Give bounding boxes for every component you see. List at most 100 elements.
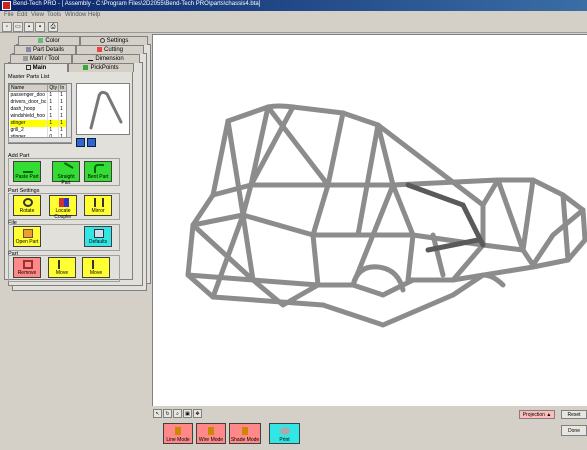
part-details-icon xyxy=(25,47,31,52)
parts-list-scrollbar[interactable] xyxy=(66,84,71,143)
locate-coupler-button[interactable]: Locate Coupler xyxy=(49,195,77,220)
view-toolbar: ↖ ↻ ⌕ ▣ ✥ xyxy=(153,409,213,419)
move-button-2[interactable]: Move xyxy=(82,257,110,278)
remove-button[interactable]: Remove xyxy=(13,257,41,278)
tab-part-details-label: Part Details xyxy=(32,47,64,53)
column-name[interactable]: Name xyxy=(9,84,49,92)
preview-delete-icon[interactable] xyxy=(87,138,96,147)
tab-main[interactable]: Main xyxy=(4,63,68,72)
tab-color[interactable]: Color xyxy=(18,36,80,45)
menu-window[interactable]: Window xyxy=(65,12,86,18)
menu-view[interactable]: View xyxy=(31,12,44,18)
part-name: passenger_doo xyxy=(9,91,49,99)
tab-pickpoints[interactable]: PickPoints xyxy=(68,63,134,72)
defaults-button[interactable]: Defaults xyxy=(84,226,112,247)
table-row[interactable]: grill_2 1 1 xyxy=(9,126,71,134)
shade-mode-label: Shade Mode xyxy=(230,437,260,443)
pickpoints-icon xyxy=(83,65,89,70)
menu-tools[interactable]: Tools xyxy=(47,12,61,18)
matrl-tool-icon xyxy=(22,56,28,61)
table-row[interactable]: windshield_hoo 1 1 xyxy=(9,112,71,120)
tab-cutting-label: Cutting xyxy=(103,47,123,53)
parts-list-hscrollbar[interactable] xyxy=(8,137,72,143)
bent-part-label: Bent Part xyxy=(87,174,109,180)
tab-pickpoints-label: PickPoints xyxy=(90,65,119,71)
bent-part-button[interactable]: Bent Part xyxy=(84,161,112,182)
title-bar: Bend-Tech PRO - [ Assembly - C:\Program … xyxy=(0,0,587,11)
done-button[interactable]: Done xyxy=(561,425,587,436)
triangle-up-icon: ▲ xyxy=(546,412,552,418)
part-name: drivers_door_bc xyxy=(9,98,49,106)
tab-part-details[interactable]: Part Details xyxy=(14,45,76,54)
settings-icon xyxy=(99,38,105,43)
part-qty: 1 xyxy=(47,105,60,113)
print-icon[interactable]: ⎙ xyxy=(48,22,58,32)
defaults-icon xyxy=(94,229,104,238)
3d-viewport[interactable] xyxy=(152,34,587,406)
select-arrow-icon[interactable]: ↖ xyxy=(153,409,162,418)
tab-settings[interactable]: Settings xyxy=(80,36,148,45)
tab-dimension[interactable]: Dimension xyxy=(72,54,140,63)
print-icon xyxy=(280,427,290,435)
cutting-icon xyxy=(96,47,102,52)
part-qty: 1 xyxy=(47,98,60,106)
save-icon[interactable]: ▪ xyxy=(24,22,34,32)
tab-matrl-tool-label: Matrl / Tool xyxy=(29,56,60,62)
master-parts-list[interactable]: Name Qty In passenger_doo 1 1 drivers_door… xyxy=(8,83,72,144)
print-button[interactable]: Print xyxy=(269,423,300,444)
tab-matrl-tool[interactable]: Matrl / Tool xyxy=(10,54,72,63)
paste-icon xyxy=(23,164,33,173)
move-icon xyxy=(92,260,102,269)
mirror-icon xyxy=(94,198,104,207)
shade-mode-button[interactable]: Shade Mode xyxy=(229,423,261,444)
line-mode-button[interactable]: Line Mode xyxy=(163,423,193,444)
part-name: windshield_hoo xyxy=(9,112,49,120)
column-qty[interactable]: Qty xyxy=(47,84,60,92)
main-icon xyxy=(25,65,31,70)
wire-mode-icon xyxy=(208,427,214,435)
open-folder-icon[interactable]: ▭ xyxy=(13,22,23,32)
projection-label: Projection xyxy=(522,412,545,418)
zoom-box-icon[interactable]: ▣ xyxy=(183,409,192,418)
rotate-icon xyxy=(23,198,33,207)
part-qty: 1 xyxy=(47,112,60,120)
dimension-icon xyxy=(88,60,94,61)
bent-tube-preview-icon xyxy=(89,90,123,130)
menu-help[interactable]: Help xyxy=(88,12,100,18)
open-folder-icon xyxy=(23,229,33,238)
coupler-icon xyxy=(59,198,69,207)
pan-icon[interactable]: ✥ xyxy=(193,409,202,418)
rotate-view-icon[interactable]: ↻ xyxy=(163,409,172,418)
remove-label: Remove xyxy=(17,270,37,276)
paste-part-label: Paste Part xyxy=(15,174,39,180)
wire-mode-label: Wire Mode xyxy=(198,437,224,443)
wire-mode-button[interactable]: Wire Mode xyxy=(196,423,226,444)
menu-bar: File Edit View Tools Window Help xyxy=(0,11,587,21)
move-button-1[interactable]: Move xyxy=(48,257,76,278)
save-all-icon[interactable]: ▪ xyxy=(35,22,45,32)
paste-part-button[interactable]: Paste Part xyxy=(13,161,41,182)
new-file-icon[interactable]: ▫ xyxy=(2,22,12,32)
chassis-model[interactable] xyxy=(153,35,587,407)
tab-cutting[interactable]: Cutting xyxy=(76,45,144,54)
table-row-selected[interactable]: stinger 1 1 xyxy=(9,119,71,127)
projection-button[interactable]: Projection ▲ xyxy=(519,410,555,419)
menu-edit[interactable]: Edit xyxy=(17,12,27,18)
preview-option-icon[interactable] xyxy=(76,138,85,147)
table-row[interactable]: passenger_doo 1 1 xyxy=(9,91,71,99)
reset-button[interactable]: Reset xyxy=(561,410,587,419)
table-row[interactable]: drivers_door_bc 1 1 xyxy=(9,98,71,106)
rotate-button[interactable]: Rotate xyxy=(13,195,41,216)
open-part-button[interactable]: Open Part xyxy=(13,226,41,247)
move-icon xyxy=(58,260,68,269)
straight-part-button[interactable]: Straight Part xyxy=(52,161,80,186)
app-icon xyxy=(2,1,11,10)
open-part-label: Open Part xyxy=(15,239,39,245)
color-icon xyxy=(38,38,44,43)
zoom-icon[interactable]: ⌕ xyxy=(173,409,182,418)
table-row[interactable]: dash_hoop 1 1 xyxy=(9,105,71,113)
menu-file[interactable]: File xyxy=(4,12,14,18)
part-name: grill_2 xyxy=(9,126,49,134)
mirror-button[interactable]: Mirror xyxy=(84,195,112,216)
print-label: Print xyxy=(279,437,290,443)
